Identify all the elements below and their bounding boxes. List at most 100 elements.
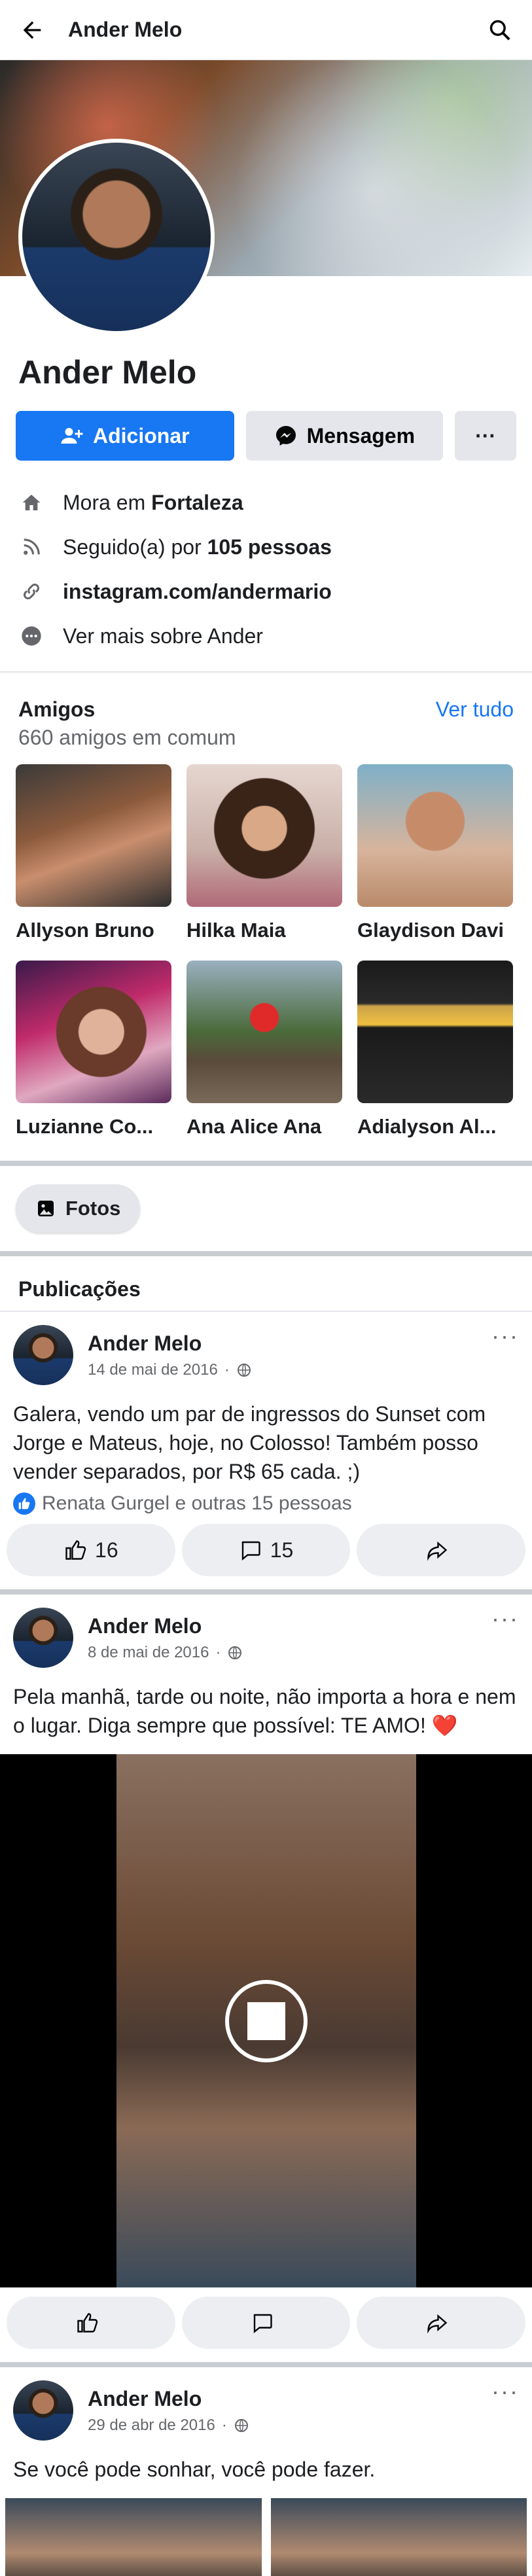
friend-card[interactable]: Luzianne Co... <box>16 961 171 1138</box>
like-reaction-icon <box>13 1492 35 1515</box>
post-header: Ander Melo 8 de mai de 2016 · ··· <box>0 1605 532 1668</box>
friends-title: Amigos <box>18 697 96 721</box>
publications-title: Publicações <box>18 1277 141 1301</box>
author-avatar[interactable] <box>13 1325 73 1385</box>
author-avatar[interactable] <box>13 2380 73 2441</box>
share-button[interactable] <box>357 1524 526 1576</box>
instagram-link[interactable]: instagram.com/andermario <box>63 580 332 604</box>
friend-photo[interactable] <box>16 764 171 907</box>
friend-photo[interactable] <box>357 961 513 1103</box>
photos-chip[interactable]: Fotos <box>16 1184 141 1233</box>
author-avatar[interactable] <box>13 1608 73 1668</box>
more-dots-icon <box>18 623 44 649</box>
friend-photo[interactable] <box>357 764 513 907</box>
post-photo[interactable] <box>5 2498 262 2576</box>
globe-icon <box>234 2418 248 2432</box>
message-button[interactable]: Mensagem <box>245 411 444 461</box>
back-arrow-icon[interactable] <box>16 14 48 46</box>
rss-icon <box>18 534 44 560</box>
friend-card[interactable]: Adialyson Al... <box>357 961 513 1138</box>
friend-card[interactable]: Hilka Maia <box>186 764 342 942</box>
page-title: Ander Melo <box>68 18 183 41</box>
info-lives-city[interactable]: Fortaleza <box>151 491 243 514</box>
like-button[interactable] <box>7 2297 175 2349</box>
thumbs-up-icon <box>65 1540 86 1560</box>
section-separator <box>0 1161 532 1166</box>
friend-name[interactable]: Luzianne Co... <box>16 1115 171 1138</box>
post-photos <box>0 2484 532 2576</box>
home-icon <box>18 489 44 516</box>
post-action-bar: 16 15 <box>0 1515 532 1576</box>
post: Ander Melo 29 de abr de 2016 · ··· Se vo… <box>0 2367 532 2576</box>
friend-name[interactable]: Hilka Maia <box>186 919 342 942</box>
post-reactions[interactable]: Renata Gurgel e outras 15 pessoas <box>0 1486 532 1515</box>
friend-photo[interactable] <box>186 764 342 907</box>
more-options-label: ··· <box>475 423 497 448</box>
friends-mutual-count: 660 amigos em comum <box>18 726 236 749</box>
post-more-icon[interactable]: ··· <box>491 1605 519 1632</box>
share-icon <box>427 1541 448 1561</box>
friend-name[interactable]: Adialyson Al... <box>357 1115 513 1138</box>
post-text: Se você pode sonhar, você pode fazer. <box>13 2458 376 2481</box>
profile-actions: Adicionar Mensagem ··· <box>0 391 532 461</box>
comment-icon <box>253 2314 272 2333</box>
photos-icon <box>38 1201 54 1216</box>
search-icon[interactable] <box>484 14 516 46</box>
info-followed-prefix: Seguido(a) por <box>63 535 207 559</box>
photos-row: Fotos <box>0 1166 532 1251</box>
add-friend-label: Adicionar <box>92 423 190 448</box>
see-all-friends-link[interactable]: Ver tudo <box>436 697 514 722</box>
friend-card[interactable]: Ana Alice Ana <box>186 961 342 1138</box>
section-separator <box>0 1589 532 1595</box>
friends-header: Amigos 660 amigos em comum Ver tudo <box>0 679 532 750</box>
photos-label: Fotos <box>65 1197 121 1220</box>
info-see-more[interactable]: Ver mais sobre Ander <box>18 614 514 658</box>
post-date[interactable]: 29 de abr de 2016 <box>88 2416 215 2435</box>
info-followers: Seguido(a) por 105 pessoas <box>18 525 514 569</box>
see-more-about-link[interactable]: Ver mais sobre Ander <box>63 624 263 648</box>
section-separator <box>0 2362 532 2367</box>
post-date[interactable]: 8 de mai de 2016 <box>88 1644 209 1662</box>
comment-button[interactable]: 15 <box>181 1524 351 1576</box>
post-author[interactable]: Ander Melo <box>88 1332 491 1356</box>
section-separator <box>0 1251 532 1256</box>
comment-button[interactable] <box>181 2297 351 2349</box>
add-friend-button[interactable]: Adicionar <box>16 411 234 461</box>
post-video[interactable] <box>0 1754 532 2287</box>
more-options-button[interactable]: ··· <box>455 411 517 461</box>
globe-icon <box>237 1363 251 1377</box>
friend-card[interactable]: Allyson Bruno <box>16 764 171 942</box>
post-author[interactable]: Ander Melo <box>88 2387 491 2411</box>
add-friend-icon <box>61 428 83 444</box>
globe-icon <box>228 1646 242 1659</box>
post-header: Ander Melo 29 de abr de 2016 · ··· <box>0 2378 532 2441</box>
post-more-icon[interactable]: ··· <box>491 1322 519 1350</box>
friend-card[interactable]: Glaydison Davi <box>357 764 513 942</box>
friend-name[interactable]: Glaydison Davi <box>357 919 513 942</box>
profile-avatar[interactable] <box>18 139 215 335</box>
post-more-icon[interactable]: ··· <box>491 2378 519 2405</box>
friend-photo[interactable] <box>186 961 342 1103</box>
friend-photo[interactable] <box>16 961 171 1103</box>
info-instagram[interactable]: instagram.com/andermario <box>18 569 514 614</box>
friend-name[interactable]: Ana Alice Ana <box>186 1115 342 1138</box>
post-author[interactable]: Ander Melo <box>88 1614 491 1638</box>
share-icon <box>427 2314 448 2334</box>
message-label: Mensagem <box>306 423 416 448</box>
like-button[interactable]: 16 <box>7 1524 175 1576</box>
friend-name[interactable]: Allyson Bruno <box>16 919 171 942</box>
play-icon[interactable] <box>224 1979 308 2062</box>
post-action-bar <box>0 2287 532 2349</box>
cover-photo[interactable] <box>0 60 532 335</box>
post: Ander Melo 8 de mai de 2016 · ··· Pela m… <box>0 1595 532 2349</box>
post: Ander Melo 14 de mai de 2016 · ··· Galer… <box>0 1312 532 1576</box>
post-photo[interactable] <box>270 2498 527 2576</box>
post-date[interactable]: 14 de mai de 2016 <box>88 1361 218 1379</box>
share-button[interactable] <box>357 2297 526 2349</box>
comment-icon <box>241 1541 260 1561</box>
info-followed-count[interactable]: 105 pessoas <box>207 535 332 559</box>
thumbs-up-icon <box>77 2313 98 2333</box>
profile-info: Mora em Fortaleza Seguido(a) por 105 pes… <box>0 461 532 665</box>
info-lives-prefix: Mora em <box>63 490 152 514</box>
post-header: Ander Melo 14 de mai de 2016 · ··· <box>0 1322 532 1385</box>
